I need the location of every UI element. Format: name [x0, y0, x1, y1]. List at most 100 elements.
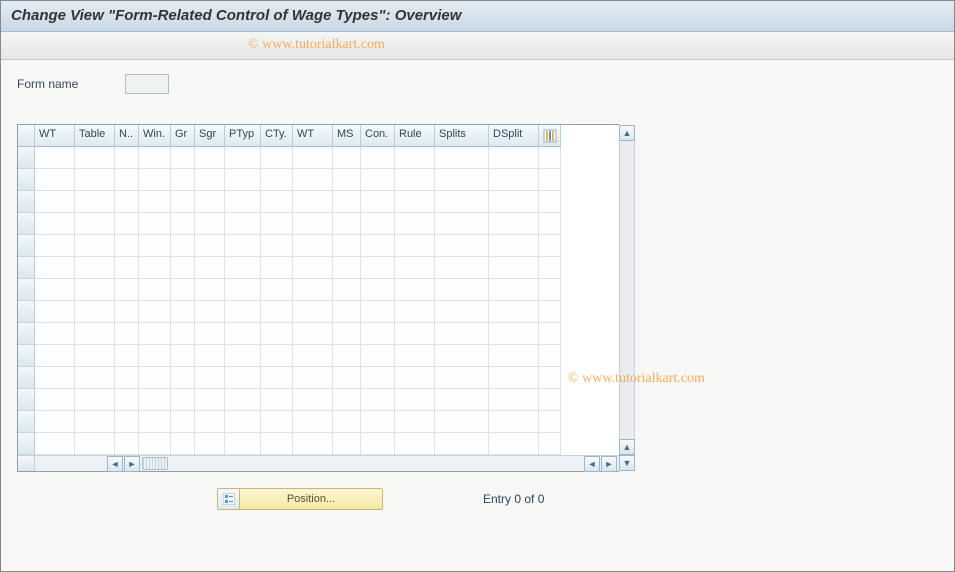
cell[interactable]	[195, 257, 225, 279]
col-header-gr[interactable]: Gr	[171, 125, 195, 147]
cell[interactable]	[139, 257, 171, 279]
cell[interactable]	[225, 213, 261, 235]
cell[interactable]	[171, 191, 195, 213]
cell[interactable]	[115, 301, 139, 323]
cell[interactable]	[139, 411, 171, 433]
cell[interactable]	[435, 411, 489, 433]
cell[interactable]	[115, 345, 139, 367]
cell[interactable]	[139, 433, 171, 455]
cell[interactable]	[361, 301, 395, 323]
cell[interactable]	[139, 367, 171, 389]
cell[interactable]	[489, 323, 539, 345]
cell[interactable]	[435, 323, 489, 345]
table-row[interactable]	[18, 389, 619, 411]
cell[interactable]	[225, 235, 261, 257]
cell[interactable]	[139, 301, 171, 323]
cell[interactable]	[489, 433, 539, 455]
cell[interactable]	[75, 191, 115, 213]
cell[interactable]	[139, 279, 171, 301]
row-selector[interactable]	[18, 323, 35, 345]
cell[interactable]	[115, 323, 139, 345]
cell[interactable]	[489, 235, 539, 257]
cell[interactable]	[333, 389, 361, 411]
table-row[interactable]	[18, 323, 619, 345]
cell[interactable]	[171, 235, 195, 257]
cell[interactable]	[115, 235, 139, 257]
col-header-ptyp[interactable]: PTyp	[225, 125, 261, 147]
col-header-sgr[interactable]: Sgr	[195, 125, 225, 147]
cell[interactable]	[35, 279, 75, 301]
cell[interactable]	[361, 367, 395, 389]
cell[interactable]	[293, 433, 333, 455]
cell[interactable]	[395, 433, 435, 455]
cell[interactable]	[225, 257, 261, 279]
row-selector[interactable]	[18, 191, 35, 213]
cell[interactable]	[75, 389, 115, 411]
cell[interactable]	[361, 213, 395, 235]
cell[interactable]	[35, 147, 75, 169]
cell[interactable]	[489, 411, 539, 433]
cell[interactable]	[395, 279, 435, 301]
cell[interactable]	[75, 345, 115, 367]
cell[interactable]	[75, 213, 115, 235]
cell[interactable]	[171, 367, 195, 389]
cell[interactable]	[225, 411, 261, 433]
cell[interactable]	[225, 279, 261, 301]
cell[interactable]	[195, 147, 225, 169]
cell[interactable]	[489, 191, 539, 213]
cell[interactable]	[333, 147, 361, 169]
cell[interactable]	[261, 345, 293, 367]
cell[interactable]	[333, 213, 361, 235]
cell[interactable]	[293, 169, 333, 191]
cell[interactable]	[361, 345, 395, 367]
row-selector[interactable]	[18, 169, 35, 191]
cell[interactable]	[225, 301, 261, 323]
cell[interactable]	[225, 433, 261, 455]
select-all-stub[interactable]	[18, 125, 35, 147]
row-selector[interactable]	[18, 279, 35, 301]
cell[interactable]	[195, 191, 225, 213]
cell[interactable]	[293, 279, 333, 301]
cell[interactable]	[195, 367, 225, 389]
table-row[interactable]	[18, 191, 619, 213]
cell[interactable]	[75, 411, 115, 433]
cell[interactable]	[489, 389, 539, 411]
table-row[interactable]	[18, 213, 619, 235]
cell[interactable]	[35, 367, 75, 389]
cell[interactable]	[435, 345, 489, 367]
cell[interactable]	[171, 147, 195, 169]
cell[interactable]	[75, 301, 115, 323]
cell[interactable]	[35, 389, 75, 411]
cell[interactable]	[395, 169, 435, 191]
cell[interactable]	[115, 147, 139, 169]
cell[interactable]	[489, 279, 539, 301]
col-header-splits[interactable]: Splits	[435, 125, 489, 147]
col-header-ms[interactable]: MS	[333, 125, 361, 147]
cell[interactable]	[261, 323, 293, 345]
row-selector[interactable]	[18, 301, 35, 323]
cell[interactable]	[261, 411, 293, 433]
row-selector[interactable]	[18, 433, 35, 455]
cell[interactable]	[293, 411, 333, 433]
cell[interactable]	[395, 257, 435, 279]
col-header-wt[interactable]: WT	[293, 125, 333, 147]
cell[interactable]	[195, 301, 225, 323]
cell[interactable]	[293, 191, 333, 213]
cell[interactable]	[195, 411, 225, 433]
cell[interactable]	[75, 169, 115, 191]
cell[interactable]	[195, 345, 225, 367]
cell[interactable]	[35, 411, 75, 433]
table-row[interactable]	[18, 301, 619, 323]
cell[interactable]	[225, 367, 261, 389]
cell[interactable]	[361, 323, 395, 345]
cell[interactable]	[225, 389, 261, 411]
cell[interactable]	[261, 389, 293, 411]
cell[interactable]	[225, 323, 261, 345]
cell[interactable]	[333, 411, 361, 433]
form-name-input[interactable]	[125, 74, 169, 94]
cell[interactable]	[115, 169, 139, 191]
cell[interactable]	[195, 279, 225, 301]
cell[interactable]	[35, 301, 75, 323]
cell[interactable]	[35, 345, 75, 367]
vscroll-up-button[interactable]: ▲	[619, 125, 635, 141]
